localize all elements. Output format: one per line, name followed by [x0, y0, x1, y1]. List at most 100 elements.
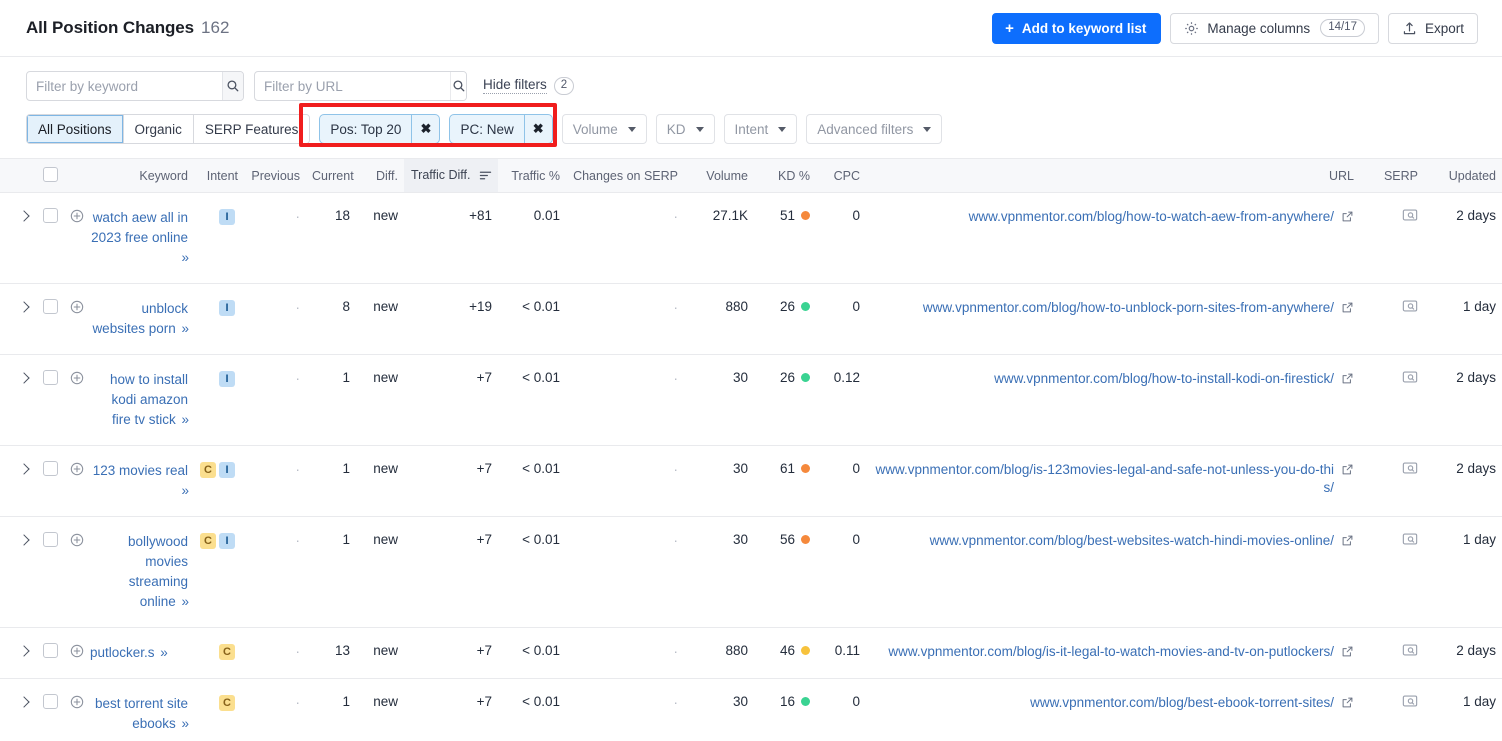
- advanced-filters-dropdown[interactable]: Advanced filters: [806, 114, 943, 144]
- keyword-link[interactable]: putlocker.s »: [90, 643, 168, 663]
- kd-dropdown[interactable]: KD: [655, 114, 715, 144]
- header-url[interactable]: URL: [866, 158, 1360, 193]
- url-link[interactable]: www.vpnmentor.com/blog/is-it-legal-to-wa…: [872, 643, 1334, 661]
- export-button[interactable]: Export: [1387, 12, 1478, 44]
- external-link-icon[interactable]: [1341, 372, 1354, 388]
- header-traffic-diff[interactable]: Traffic Diff.: [404, 158, 498, 193]
- intent-badge-i[interactable]: I: [219, 533, 235, 549]
- header-select-all[interactable]: [34, 158, 64, 193]
- serp-preview-icon[interactable]: [1402, 461, 1418, 478]
- row-expand-cell[interactable]: [0, 192, 34, 284]
- serp-preview-icon[interactable]: [1402, 532, 1418, 549]
- row-checkbox[interactable]: [43, 208, 58, 223]
- header-changes-on-serp[interactable]: Changes on SERP: [566, 158, 684, 193]
- serp-cell[interactable]: [1360, 283, 1424, 355]
- intent-badge-c[interactable]: C: [200, 533, 216, 549]
- external-link-icon[interactable]: [1341, 463, 1354, 479]
- intent-badge-i[interactable]: I: [219, 300, 235, 316]
- keyword-filter[interactable]: [26, 71, 244, 101]
- url-filter-input[interactable]: [255, 72, 450, 100]
- keyword-expand-icon[interactable]: »: [181, 594, 188, 609]
- keyword-link[interactable]: watch aew all in 2023 free online »: [90, 208, 189, 268]
- external-link-icon[interactable]: [1341, 534, 1354, 550]
- filter-chip-position[interactable]: Pos: Top 20 ✖: [319, 114, 441, 144]
- keyword-link[interactable]: how to install kodi amazon fire tv stick…: [90, 370, 189, 430]
- segment-all-positions[interactable]: All Positions: [27, 115, 124, 143]
- row-select-cell[interactable]: [34, 445, 64, 517]
- serp-preview-icon[interactable]: [1402, 694, 1418, 711]
- url-link[interactable]: www.vpnmentor.com/blog/best-websites-wat…: [872, 532, 1334, 550]
- intent-badge-c[interactable]: C: [219, 695, 235, 711]
- add-keyword-icon[interactable]: [70, 371, 84, 388]
- external-link-icon[interactable]: [1341, 645, 1354, 661]
- select-all-checkbox[interactable]: [43, 166, 58, 182]
- serp-preview-icon[interactable]: [1402, 370, 1418, 387]
- add-keyword-icon[interactable]: [70, 462, 84, 479]
- add-keyword-icon[interactable]: [70, 209, 84, 226]
- header-current[interactable]: Current: [306, 158, 356, 193]
- row-select-cell[interactable]: [34, 678, 64, 741]
- serp-preview-icon[interactable]: [1402, 643, 1418, 660]
- row-checkbox[interactable]: [43, 461, 58, 476]
- row-expand-cell[interactable]: [0, 678, 34, 741]
- keyword-expand-icon[interactable]: »: [181, 483, 188, 498]
- intent-badge-i[interactable]: I: [219, 462, 235, 478]
- header-diff[interactable]: Diff.: [356, 158, 404, 193]
- row-expand-cell[interactable]: [0, 627, 34, 679]
- segment-serp-features[interactable]: SERP Features: [193, 115, 310, 143]
- intent-badge-c[interactable]: C: [200, 462, 216, 478]
- add-keyword-icon[interactable]: [70, 644, 84, 661]
- header-serp[interactable]: SERP: [1360, 158, 1424, 193]
- position-type-segmented-control[interactable]: All Positions Organic SERP Features: [26, 114, 311, 144]
- header-cpc[interactable]: CPC: [816, 158, 866, 193]
- keyword-expand-icon[interactable]: »: [181, 250, 188, 265]
- filter-chip-position-remove-icon[interactable]: ✖: [411, 115, 439, 143]
- row-expand-cell[interactable]: [0, 354, 34, 446]
- row-checkbox[interactable]: [43, 299, 58, 314]
- keyword-link[interactable]: unblock websites porn »: [90, 299, 188, 339]
- chevron-right-icon[interactable]: [18, 645, 30, 657]
- external-link-icon[interactable]: [1341, 696, 1354, 712]
- keyword-search-button[interactable]: [222, 72, 243, 100]
- row-select-cell[interactable]: [34, 354, 64, 446]
- row-select-cell[interactable]: [34, 627, 64, 679]
- add-keyword-icon[interactable]: [70, 695, 84, 712]
- serp-cell[interactable]: [1360, 627, 1424, 679]
- chevron-right-icon[interactable]: [18, 534, 30, 546]
- intent-badge-i[interactable]: I: [219, 209, 235, 225]
- external-link-icon[interactable]: [1341, 210, 1354, 226]
- url-filter[interactable]: [254, 71, 467, 101]
- header-updated[interactable]: Updated: [1424, 158, 1502, 193]
- row-select-cell[interactable]: [34, 283, 64, 355]
- keyword-filter-input[interactable]: [27, 72, 222, 100]
- header-previous[interactable]: Previous: [244, 158, 306, 193]
- serp-cell[interactable]: [1360, 516, 1424, 628]
- add-keyword-icon[interactable]: [70, 300, 84, 317]
- row-checkbox[interactable]: [43, 532, 58, 547]
- intent-badge-i[interactable]: I: [219, 371, 235, 387]
- keyword-link[interactable]: 123 movies real »: [90, 461, 189, 501]
- keyword-link[interactable]: best torrent site ebooks »: [90, 694, 189, 734]
- header-kd[interactable]: KD %: [754, 158, 816, 193]
- filter-chip-position-change-remove-icon[interactable]: ✖: [523, 115, 552, 143]
- keyword-expand-icon[interactable]: »: [181, 716, 188, 731]
- serp-cell[interactable]: [1360, 445, 1424, 517]
- keyword-link[interactable]: bollywood movies streaming online »: [90, 532, 189, 612]
- header-volume[interactable]: Volume: [684, 158, 754, 193]
- keyword-expand-icon[interactable]: »: [160, 645, 167, 660]
- intent-dropdown[interactable]: Intent: [723, 114, 798, 144]
- hide-filters-toggle[interactable]: Hide filters 2: [483, 76, 575, 96]
- chevron-right-icon[interactable]: [18, 372, 30, 384]
- chevron-right-icon[interactable]: [18, 463, 30, 475]
- serp-cell[interactable]: [1360, 678, 1424, 741]
- row-checkbox[interactable]: [43, 694, 58, 709]
- chevron-right-icon[interactable]: [18, 210, 30, 222]
- url-link[interactable]: www.vpnmentor.com/blog/is-123movies-lega…: [872, 461, 1334, 497]
- filter-chip-position-change[interactable]: PC: New ✖: [449, 114, 553, 144]
- url-link[interactable]: www.vpnmentor.com/blog/how-to-install-ko…: [872, 370, 1334, 388]
- keyword-expand-icon[interactable]: »: [181, 321, 188, 336]
- chevron-right-icon[interactable]: [18, 301, 30, 313]
- header-intent[interactable]: Intent: [194, 158, 244, 193]
- row-checkbox[interactable]: [43, 370, 58, 385]
- row-select-cell[interactable]: [34, 192, 64, 284]
